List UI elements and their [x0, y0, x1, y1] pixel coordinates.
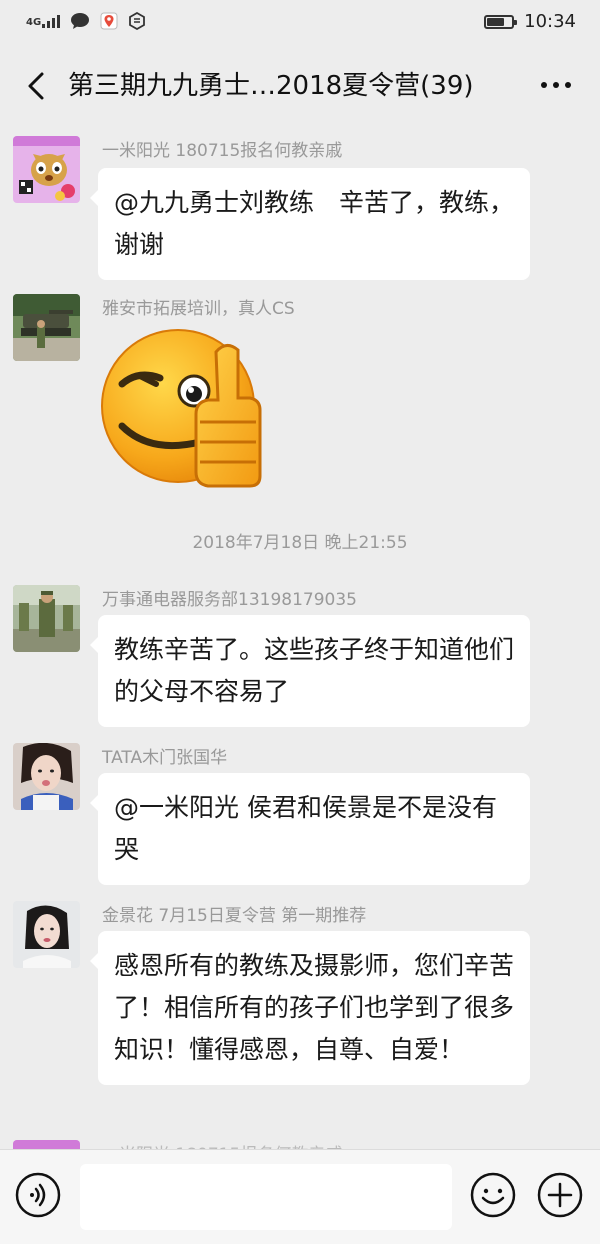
avatar[interactable]	[13, 585, 80, 652]
avatar[interactable]	[13, 743, 80, 810]
message-bubble[interactable]: @一米阳光 侯君和侯景是不是没有哭	[90, 773, 530, 885]
sender-name: TATA木门张国华	[102, 748, 228, 768]
plus-icon[interactable]	[537, 1172, 583, 1218]
emoji-icon[interactable]	[470, 1172, 516, 1218]
chat-title: 第三期九九勇士…2018夏令营(39)	[68, 71, 474, 101]
clock: 10:34	[524, 11, 576, 32]
app-notification-icon	[129, 12, 146, 30]
network-type: 4G	[26, 17, 42, 28]
battery-level	[487, 18, 505, 26]
status-icons-left: 4G	[26, 12, 146, 30]
sender-name: 雅安市拓展培训，真人CS	[102, 299, 295, 319]
battery-icon	[484, 15, 518, 29]
message-text-input[interactable]	[80, 1164, 452, 1230]
location-app-icon	[100, 12, 118, 30]
back-arrow-icon[interactable]	[20, 66, 56, 106]
avatar[interactable]	[13, 294, 80, 361]
voice-input-icon[interactable]	[15, 1172, 61, 1218]
thumbs-up-wink-emoji[interactable]	[100, 326, 266, 490]
sender-name: 万事通电器服务部13198179035	[102, 590, 357, 610]
message-bubble[interactable]: 感恩所有的教练及摄影师，您们辛苦了！相信所有的孩子们也学到了很多知识！懂得感恩，…	[90, 931, 530, 1085]
sender-name: 一米阳光 180715报名何教亲戚	[102, 141, 343, 161]
chat-header: 第三期九九勇士…2018夏令营(39)	[0, 50, 600, 122]
message-bubble[interactable]: 教练辛苦了。这些孩子终于知道他们的父母不容易了	[90, 615, 530, 727]
status-icons-right: 10:34	[484, 11, 576, 33]
avatar[interactable]	[13, 136, 80, 203]
cellular-signal-icon: 4G	[26, 14, 61, 28]
more-options-icon[interactable]	[536, 70, 576, 100]
chat-timestamp: 2018年7月18日 晚上21:55	[192, 533, 408, 553]
sender-name: 金景花 7月15日夏令营 第一期推荐	[102, 906, 367, 926]
message-notification-icon	[71, 13, 90, 29]
message-input-bar	[0, 1149, 600, 1244]
status-bar: 4G 10:34	[0, 0, 600, 46]
chat-screen: 4G 10:34 第三期九九勇士…2018夏令营(39) 一米阳光 180715…	[0, 0, 600, 1244]
avatar[interactable]	[13, 901, 80, 968]
message-bubble[interactable]: @九九勇士刘教练 辛苦了，教练，谢谢	[90, 168, 530, 280]
